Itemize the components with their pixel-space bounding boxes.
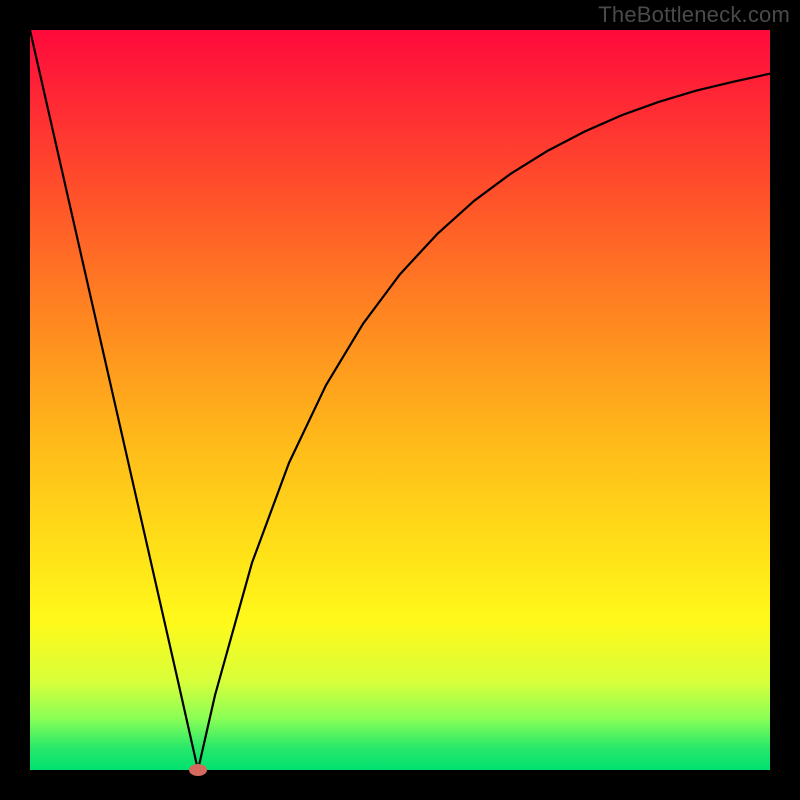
bottleneck-curve xyxy=(30,30,770,770)
watermark-text: TheBottleneck.com xyxy=(598,2,790,28)
plot-area xyxy=(30,30,770,770)
optimal-point-marker xyxy=(189,764,207,776)
chart-frame: TheBottleneck.com xyxy=(0,0,800,800)
